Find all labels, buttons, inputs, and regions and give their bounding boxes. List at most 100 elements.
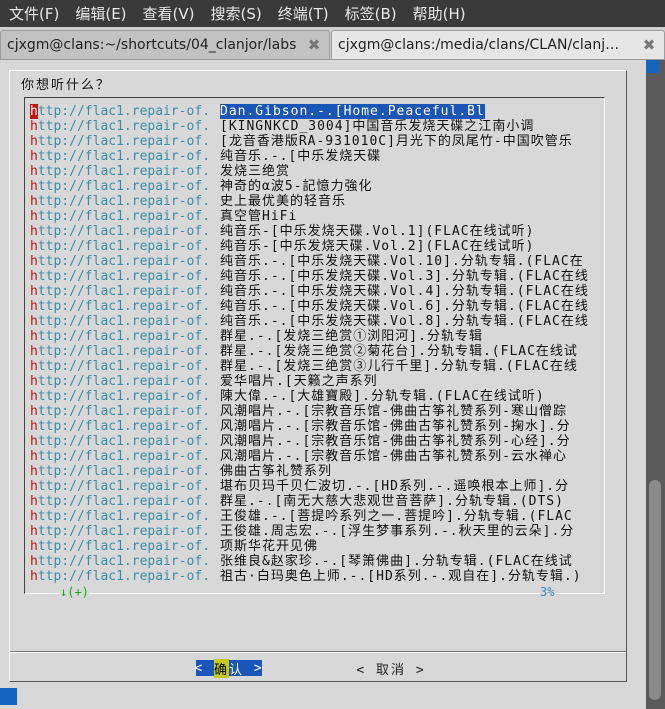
item-tag-rest: ttp://flac1.repair-of. (37, 389, 211, 404)
menu-item[interactable]: 终端(T) (269, 3, 336, 24)
menu-item[interactable]: 标签(B) (336, 3, 404, 24)
menu-list-item[interactable]: http://flac1.repair-of. 纯音乐.-.[中乐发烧天碟 (30, 149, 381, 164)
item-tag-rest: ttp://flac1.repair-of. (37, 194, 211, 209)
item-tag-rest: ttp://flac1.repair-of. (37, 524, 211, 539)
menu-list-item[interactable]: http://flac1.repair-of. 群星.-.[发烧三绝赏③儿行千里]… (30, 359, 578, 374)
menu-item[interactable]: 文件(F) (0, 3, 66, 24)
close-tab-icon[interactable]: ✖ (305, 36, 323, 54)
item-hotkey: h (30, 434, 38, 449)
scrollbar-thumb[interactable] (649, 480, 661, 700)
item-description: [KINGNKCD_3004]中国音乐发烧天碟之江南小调 (220, 119, 535, 134)
item-tag-rest: ttp://flac1.repair-of. (37, 404, 211, 419)
menu-list-item[interactable]: http://flac1.repair-of. 佛曲古筝礼赞系列 (30, 464, 332, 479)
menu-list-item[interactable]: http://flac1.repair-of. 群星.-.[南无大慈大悲观世音菩萨… (30, 494, 564, 509)
item-tag: http://flac1.repair-of. (30, 389, 216, 404)
menu-list-item[interactable]: http://flac1.repair-of. [龙音香港版RA-931010C]… (30, 134, 573, 149)
item-hotkey: h (30, 254, 38, 269)
item-tag: http://flac1.repair-of. (30, 404, 216, 419)
menu-list-item[interactable]: http://flac1.repair-of. 纯音乐.-.[中乐发烧天碟.Vol… (30, 269, 589, 284)
menu-list-item[interactable]: http://flac1.repair-of. 祖古·白玛奥色上师.-.[HD系列… (30, 569, 582, 584)
menu-list-item[interactable]: http://flac1.repair-of. 真空管HiFi (30, 209, 297, 224)
tab-shortcuts[interactable]: cjxgm@clans:~/shortcuts/04_clanjor/labs … (0, 30, 330, 59)
menu-list-item[interactable]: http://flac1.repair-of. 陳大偉.-.[大雄寶殿].分轨专辑… (30, 389, 545, 404)
item-hotkey: h (30, 524, 38, 539)
item-tag: http://flac1.repair-of. (30, 149, 216, 164)
item-description: 陳大偉.-.[大雄寶殿].分轨专辑.(FLAC在线试听) (220, 389, 545, 404)
item-tag: http://flac1.repair-of. (30, 524, 216, 539)
scroll-top-marker (646, 60, 659, 73)
item-hotkey: h (30, 299, 38, 314)
menu-list-item[interactable]: http://flac1.repair-of. Dan.Gibson.-.[Hom… (30, 104, 485, 119)
close-tab-icon[interactable]: ✖ (640, 36, 658, 54)
ok-left-bracket: < (194, 660, 205, 676)
item-hotkey: h (30, 479, 38, 494)
item-tag: http://flac1.repair-of. (30, 284, 216, 299)
menu-list-item[interactable]: http://flac1.repair-of. 群星.-.[发烧三绝赏①浏阳河].… (30, 329, 483, 344)
menu-list-item[interactable]: http://flac1.repair-of. 神奇的α波5-記憶力強化 (30, 179, 372, 194)
item-tag: http://flac1.repair-of. (30, 134, 216, 149)
item-tag: http://flac1.repair-of. (30, 479, 216, 494)
item-tag-rest: ttp://flac1.repair-of. (37, 239, 211, 254)
item-tag-rest: ttp://flac1.repair-of. (37, 254, 211, 269)
item-description: 纯音乐.-.[中乐发烧天碟.Vol.10].分轨专辑.(FLAC在 (220, 254, 584, 269)
menu-item[interactable]: 帮助(H) (404, 3, 473, 24)
menu-item[interactable]: 编辑(E) (66, 3, 133, 24)
item-tag: http://flac1.repair-of. (30, 299, 216, 314)
item-tag-rest: ttp://flac1.repair-of. (37, 149, 211, 164)
menu-list-item[interactable]: http://flac1.repair-of. [KINGNKCD_3004]中国… (30, 119, 534, 134)
item-tag: http://flac1.repair-of. (30, 254, 216, 269)
item-hotkey: h (30, 359, 38, 374)
menu-list-item[interactable]: http://flac1.repair-of. 风潮唱片.-.[宗教音乐馆-佛曲古… (30, 419, 571, 434)
item-tag-rest: ttp://flac1.repair-of. (37, 134, 211, 149)
menu-list-item[interactable]: http://flac1.repair-of. 堪布贝玛千贝仁波切.-.[HD系列… (30, 479, 569, 494)
item-description: 群星.-.[发烧三绝赏③儿行千里].分轨专辑.(FLAC在线 (220, 359, 578, 374)
ok-label-rest: 认 (229, 662, 245, 678)
item-tag-rest: ttp://flac1.repair-of. (37, 164, 211, 179)
menu-list-item[interactable]: http://flac1.repair-of. 张维良&赵家珍.-.[琴箫佛曲].… (30, 554, 573, 569)
item-tag: http://flac1.repair-of. (30, 494, 216, 509)
item-hotkey: h (30, 179, 38, 194)
menu-list-item[interactable]: http://flac1.repair-of. 纯音乐.-.[中乐发烧天碟.Vol… (30, 299, 589, 314)
menu-list-item[interactable]: http://flac1.repair-of. 纯音乐-[中乐发烧天碟.Vol.2… (30, 239, 534, 254)
item-hotkey: h (30, 374, 38, 389)
menu-list-item[interactable]: http://flac1.repair-of. 王俊雄.周志宏.-.[浮生梦事系列… (30, 524, 574, 539)
item-tag-rest: ttp://flac1.repair-of. (37, 449, 211, 464)
menu-list-item[interactable]: http://flac1.repair-of. 爱华唱片.[天籁之声系列 (30, 374, 378, 389)
item-description: 纯音乐-[中乐发烧天碟.Vol.2](FLAC在线试听) (220, 239, 535, 254)
item-description: 神奇的α波5-記憶力強化 (220, 179, 373, 194)
menu-list-item[interactable]: http://flac1.repair-of. 发烧三绝赏 (30, 164, 290, 179)
item-description: 纯音乐.-.[中乐发烧天碟.Vol.8].分轨专辑.(FLAC在线 (220, 314, 589, 329)
item-tag: http://flac1.repair-of. (30, 104, 216, 119)
menu-list-item[interactable]: http://flac1.repair-of. 纯音乐.-.[中乐发烧天碟.Vol… (30, 284, 589, 299)
item-tag: http://flac1.repair-of. (30, 539, 216, 554)
item-description: 王俊雄.-.[菩提吟系列之一.菩提吟].分轨专辑.(FLAC (220, 509, 573, 524)
menu-list-item[interactable]: http://flac1.repair-of. 史上最优美的轻音乐 (30, 194, 346, 209)
item-tag: http://flac1.repair-of. (30, 269, 216, 284)
ok-button[interactable]: < 确认 > (194, 658, 262, 678)
item-tag-rest: ttp://flac1.repair-of. (37, 539, 211, 554)
tab-media[interactable]: cjxgm@clans:/media/clans/CLAN/clanj… ✖ (331, 30, 665, 59)
menu-list-item[interactable]: http://flac1.repair-of. 王俊雄.-.[菩提吟系列之一.菩提… (30, 509, 573, 524)
menu-list-item[interactable]: http://flac1.repair-of. 群星.-.[发烧三绝赏②菊花台].… (30, 344, 578, 359)
menu-item[interactable]: 查看(V) (134, 3, 202, 24)
item-description: 张维良&赵家珍.-.[琴箫佛曲].分轨专辑.(FLAC在线试 (220, 554, 573, 569)
item-hotkey: h (30, 149, 38, 164)
menu-list-item[interactable]: http://flac1.repair-of. 纯音乐.-.[中乐发烧天碟.Vol… (30, 314, 589, 329)
item-description: 群星.-.[南无大慈大悲观世音菩萨].分轨专辑.(DTS) (220, 494, 564, 509)
item-tag: http://flac1.repair-of. (30, 209, 216, 224)
item-tag-rest: ttp://flac1.repair-of. (37, 374, 211, 389)
menu-item[interactable]: 搜索(S) (202, 3, 269, 24)
menu-list-item[interactable]: http://flac1.repair-of. 纯音乐-[中乐发烧天碟.Vol.1… (30, 224, 534, 239)
menu-list-item[interactable]: http://flac1.repair-of. 纯音乐.-.[中乐发烧天碟.Vol… (30, 254, 584, 269)
menu-list-item[interactable]: http://flac1.repair-of. 项斯华花开见佛 (30, 539, 318, 554)
cursor-marker (0, 688, 17, 705)
menu-list-item[interactable]: http://flac1.repair-of. 风潮唱片.-.[宗教音乐馆-佛曲古… (30, 434, 571, 449)
item-tag-rest: ttp://flac1.repair-of. (37, 554, 211, 569)
menu-list-item[interactable]: http://flac1.repair-of. 风潮唱片.-.[宗教音乐馆-佛曲古… (30, 449, 567, 464)
item-tag-rest: ttp://flac1.repair-of. (37, 119, 211, 134)
item-description: 堪布贝玛千贝仁波切.-.[HD系列.-.遥唤根本上师].分 (220, 479, 570, 494)
item-tag: http://flac1.repair-of. (30, 449, 216, 464)
menu-list-item[interactable]: http://flac1.repair-of. 风潮唱片.-.[宗教音乐馆-佛曲古… (30, 404, 567, 419)
menu-list[interactable]: http://flac1.repair-of. Dan.Gibson.-.[Hom… (24, 97, 605, 594)
cancel-button[interactable]: < 取消 > (356, 660, 426, 678)
